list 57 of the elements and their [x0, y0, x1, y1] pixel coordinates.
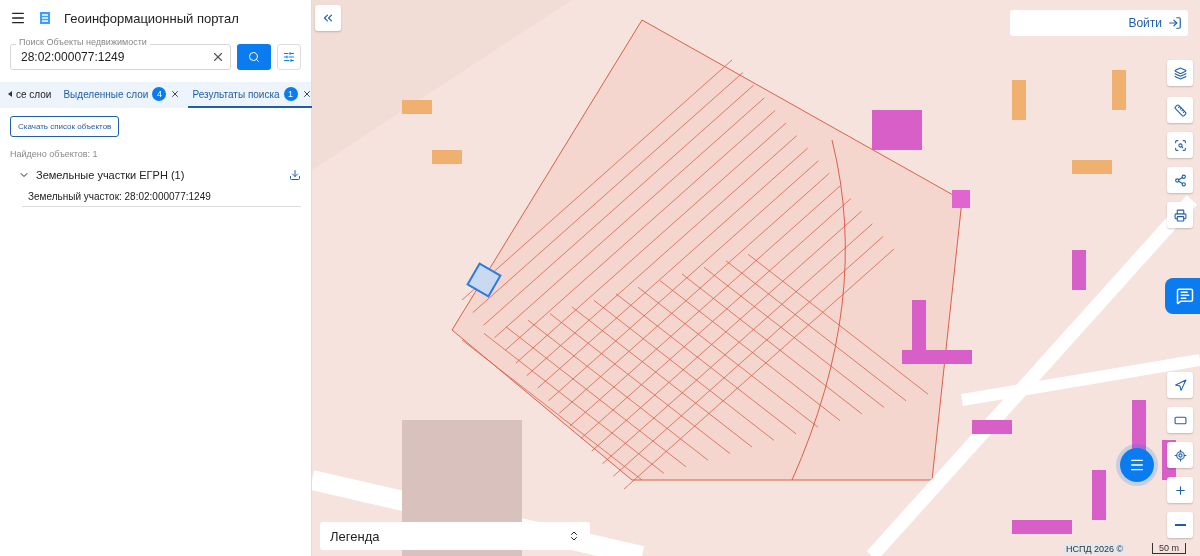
tab[interactable]: се слои [4, 82, 56, 108]
search-field-label: Поиск Объекты недвижимости [16, 37, 150, 47]
clear-button[interactable] [211, 50, 225, 64]
ruler-icon [1173, 103, 1187, 117]
ruler-button[interactable] [1167, 97, 1193, 123]
locate-icon [1173, 448, 1187, 462]
up-down-chevron-icon [568, 530, 580, 542]
tab[interactable]: Выделенные слои 4 [59, 82, 185, 108]
close-icon [211, 50, 225, 64]
menu-button[interactable] [10, 10, 26, 26]
double-chevron-icon [321, 11, 335, 25]
zoom-in-icon [1173, 483, 1187, 497]
zoom-out-button[interactable] [1167, 512, 1193, 538]
legend-select[interactable]: Легенда [320, 522, 590, 550]
close-button[interactable] [170, 89, 181, 99]
count-badge: 4 [152, 87, 167, 101]
download-button[interactable] [289, 169, 301, 181]
zoom-in-button[interactable] [1167, 477, 1193, 503]
close-icon [301, 89, 312, 99]
login-button[interactable]: Войти [1010, 10, 1188, 36]
collapse-panel-button[interactable] [315, 5, 341, 31]
close-button[interactable] [301, 89, 312, 99]
layers-icon [1173, 66, 1187, 80]
locate-button[interactable] [1167, 442, 1193, 468]
search-icon [248, 51, 260, 63]
layers-button[interactable] [1167, 60, 1193, 86]
share-icon [1173, 173, 1187, 187]
sliders-icon [283, 51, 295, 63]
side-panel-tab[interactable] [1165, 278, 1200, 314]
download-list-button[interactable]: Скачать список объектов [10, 116, 120, 137]
lines-icon [1129, 457, 1145, 473]
print-button[interactable] [1167, 202, 1193, 228]
close-icon [170, 89, 181, 99]
login-icon [1168, 16, 1182, 30]
group-title: Земельные участки ЕГРН (1) [36, 169, 186, 181]
navigation-arrow-icon [1173, 378, 1187, 392]
area-search-button[interactable] [1167, 132, 1193, 158]
area-search-icon [1173, 138, 1187, 152]
download-icon [289, 169, 301, 181]
share-button[interactable] [1167, 167, 1193, 193]
attribution: НСПД 2026 © [1064, 544, 1126, 554]
portal-title: Геоинформационный портал [64, 10, 239, 26]
tab-label[interactable]: Выделенные слои [63, 88, 149, 100]
navigation-arrow-button[interactable] [1167, 372, 1193, 398]
found-count: Найдено объектов: 1 [10, 149, 98, 159]
filter-button[interactable] [277, 44, 301, 70]
window-button[interactable] [1167, 407, 1193, 433]
message-icon [1176, 287, 1194, 305]
back-arrow-icon [8, 91, 12, 97]
tab-label[interactable]: Результаты поиска [192, 88, 280, 100]
print-icon [1173, 208, 1187, 222]
menu-icon [10, 10, 26, 26]
count-badge: 1 [283, 87, 298, 101]
scale-bar: 50 m [1152, 543, 1186, 554]
tab-label[interactable]: се слои [16, 88, 52, 100]
portal-logo-icon [38, 10, 52, 26]
search-button[interactable] [237, 44, 271, 70]
